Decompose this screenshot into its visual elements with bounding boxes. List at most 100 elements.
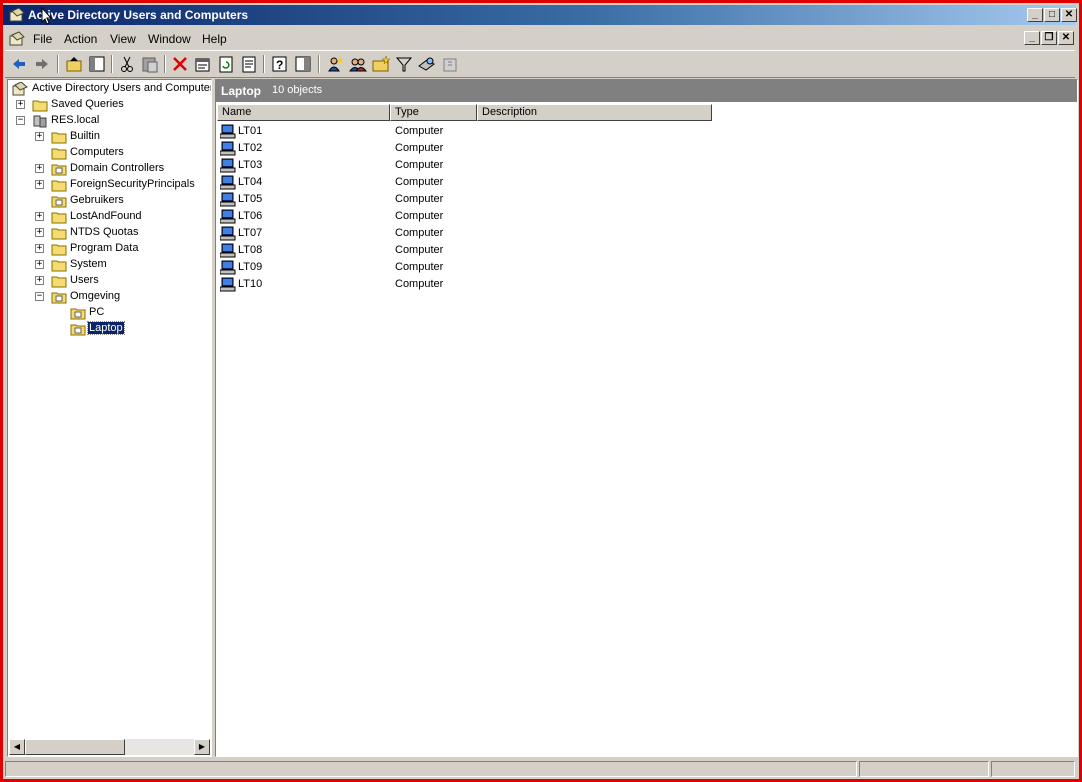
list-item[interactable]: LT04 Computer (220, 174, 1070, 191)
console-icon[interactable] (9, 31, 25, 47)
scroll-right-icon[interactable]: ▶ (194, 739, 210, 755)
new-user-icon[interactable] (325, 54, 345, 74)
tree-item-domain[interactable]: − RES.local (10, 113, 210, 129)
tree-horizontal-scrollbar[interactable]: ◀ ▶ (9, 739, 210, 755)
item-type: Computer (395, 159, 444, 171)
tree-item-gebruikers[interactable]: Gebruikers (10, 193, 210, 209)
item-name: LT08 (238, 244, 263, 256)
collapse-icon[interactable]: − (16, 116, 25, 125)
list-item[interactable]: LT07 Computer (220, 225, 1070, 242)
item-name: LT01 (238, 125, 263, 137)
menu-help[interactable]: Help (202, 32, 227, 46)
child-minimize-button[interactable]: _ (1024, 31, 1040, 45)
show-hide-action-pane-icon[interactable] (293, 54, 313, 74)
export-list-icon[interactable] (239, 54, 259, 74)
menu-action[interactable]: Action (64, 32, 97, 46)
expand-icon[interactable]: + (35, 164, 44, 173)
console-tree[interactable]: Active Directory Users and Computer + Sa… (7, 79, 212, 757)
computer-icon (220, 226, 236, 241)
item-name: LT09 (238, 261, 263, 273)
tree-item-label: NTDS Quotas (70, 226, 139, 238)
list-item[interactable]: LT03 Computer (220, 157, 1070, 174)
folder-icon (51, 244, 67, 256)
properties-icon[interactable] (193, 54, 213, 74)
item-type: Computer (395, 278, 444, 290)
delete-icon[interactable] (170, 54, 190, 74)
expand-icon[interactable]: + (16, 100, 25, 109)
expand-icon[interactable]: + (35, 132, 44, 141)
folder-icon (51, 180, 67, 192)
new-group-icon[interactable] (348, 54, 368, 74)
tree-item-label: RES.local (51, 114, 100, 126)
list-item[interactable]: LT09 Computer (220, 259, 1070, 276)
forward-icon[interactable] (32, 54, 52, 74)
computer-icon (220, 192, 236, 207)
computer-icon (220, 124, 236, 139)
menu-bar: File Action View Window Help (5, 29, 1075, 49)
new-ou-icon[interactable] (371, 54, 391, 74)
expand-icon[interactable]: + (35, 276, 44, 285)
tree-item-omgeving[interactable]: − Omgeving (10, 289, 210, 305)
expand-icon[interactable]: + (35, 244, 44, 253)
list-item[interactable]: LT05 Computer (220, 191, 1070, 208)
tree-item-system[interactable]: + System (10, 257, 210, 273)
tree-item-label: PC (89, 306, 105, 318)
expand-icon[interactable]: + (35, 260, 44, 269)
column-header-type[interactable]: Type (390, 104, 477, 121)
result-pane[interactable]: Laptop 10 objects Name Type Description … (215, 79, 1078, 757)
list-item[interactable]: LT10 Computer (220, 276, 1070, 293)
tree-root[interactable]: Active Directory Users and Computer (10, 81, 212, 97)
collapse-icon[interactable]: − (35, 292, 44, 301)
tree-item-label: Domain Controllers (70, 162, 165, 174)
svg-text:?: ? (276, 58, 283, 72)
close-button[interactable]: ✕ (1061, 8, 1077, 22)
tree-item-ntds-quotas[interactable]: + NTDS Quotas (10, 225, 210, 241)
help-icon[interactable]: ? (270, 54, 290, 74)
tree-item-label-selected: Laptop (87, 321, 125, 335)
tree-root-label: Active Directory Users and Computer (32, 82, 212, 94)
refresh-icon[interactable] (216, 54, 236, 74)
back-icon[interactable] (9, 54, 29, 74)
pane-object-count: 10 objects (272, 84, 323, 96)
paste-icon[interactable] (140, 54, 160, 74)
tree-item-computers[interactable]: Computers (10, 145, 210, 161)
show-console-tree-icon[interactable] (87, 54, 107, 74)
expand-icon[interactable]: + (35, 180, 44, 189)
cut-icon[interactable] (117, 54, 137, 74)
tree-item-foreign-security-principals[interactable]: + ForeignSecurityPrincipals (10, 177, 210, 193)
filter-icon[interactable] (394, 54, 414, 74)
tree-item-domain-controllers[interactable]: + Domain Controllers (10, 161, 210, 177)
item-name: LT03 (238, 159, 263, 171)
expand-icon[interactable]: + (35, 228, 44, 237)
list-item[interactable]: LT01 Computer (220, 123, 1070, 140)
tree-item-pc[interactable]: PC (10, 305, 210, 321)
tree-item-saved-queries[interactable]: + Saved Queries (10, 97, 210, 113)
title-bar[interactable]: Active Directory Users and Computers _ □… (3, 5, 1077, 25)
list-item[interactable]: LT06 Computer (220, 208, 1070, 225)
expand-icon[interactable]: + (35, 212, 44, 221)
aduc-icon (12, 82, 28, 96)
child-close-button[interactable]: ✕ (1058, 31, 1074, 45)
list-item[interactable]: LT08 Computer (220, 242, 1070, 259)
scroll-thumb[interactable] (25, 739, 125, 755)
menu-window[interactable]: Window (148, 32, 191, 46)
minimize-button[interactable]: _ (1027, 8, 1043, 22)
find-icon[interactable] (417, 54, 437, 74)
tree-item-users[interactable]: + Users (10, 273, 210, 289)
column-header-name[interactable]: Name (217, 104, 390, 121)
up-level-icon[interactable] (64, 54, 84, 74)
scroll-left-icon[interactable]: ◀ (9, 739, 25, 755)
menu-file[interactable]: File (33, 32, 52, 46)
tree-item-builtin[interactable]: + Builtin (10, 129, 210, 145)
tree-item-program-data[interactable]: + Program Data (10, 241, 210, 257)
window-title: Active Directory Users and Computers (28, 8, 249, 22)
menu-view[interactable]: View (110, 32, 136, 46)
tree-item-laptop[interactable]: Laptop (10, 321, 210, 337)
add-to-group-icon[interactable] (440, 54, 460, 74)
tree-item-lost-and-found[interactable]: + LostAndFound (10, 209, 210, 225)
column-header-description[interactable]: Description (477, 104, 712, 121)
maximize-button[interactable]: □ (1044, 8, 1060, 22)
list-item[interactable]: LT02 Computer (220, 140, 1070, 157)
child-restore-button[interactable]: ❐ (1041, 31, 1057, 45)
computer-icon (220, 175, 236, 190)
